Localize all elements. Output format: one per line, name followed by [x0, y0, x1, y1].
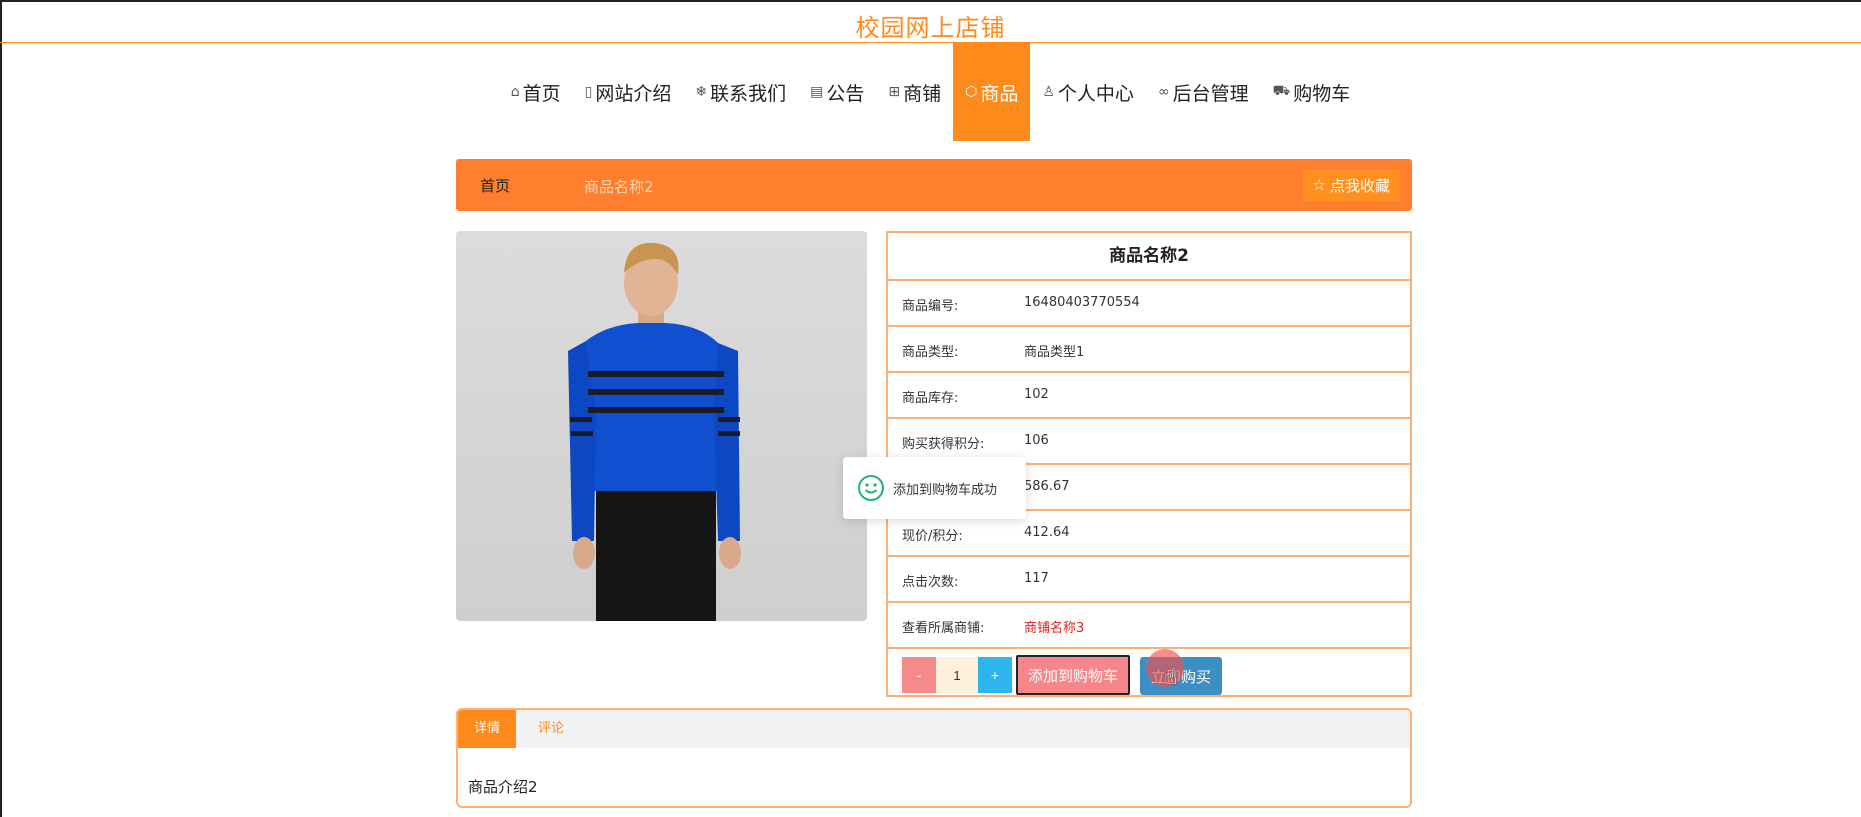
home-icon: ⌂: [510, 84, 520, 100]
link-icon: ∞: [1157, 84, 1170, 100]
buy-now-button[interactable]: 立即购买: [1140, 657, 1222, 695]
quantity-input[interactable]: [936, 657, 978, 693]
info-label: 购买获得积分:: [902, 437, 985, 452]
info-value: 商品类型1: [1024, 345, 1085, 360]
tab-comments[interactable]: 评论: [522, 710, 580, 748]
breadcrumb: 首页 商品名称2 ☆ 点我收藏: [456, 159, 1412, 211]
nav-label: 个人中心: [1057, 82, 1134, 105]
nav-label: 首页: [522, 82, 561, 105]
add-to-cart-button[interactable]: 添加到购物车: [1016, 655, 1130, 695]
nav-label: 后台管理: [1172, 82, 1249, 105]
info-value: 102: [1024, 387, 1049, 402]
info-row-id: 商品编号: 16480403770554: [888, 281, 1410, 327]
clipboard-icon: ▤: [810, 84, 824, 100]
info-value: 412.64: [1024, 525, 1070, 540]
doc-icon: ▯: [584, 84, 593, 100]
main-nav: ⌂ 首页 ▯ 网站介绍 ❄ 联系我们 ▤ 公告 ⊞ 商铺 ⬡ 商品 ♙ 个人中心 ∞ 后台管理 …: [0, 43, 1861, 141]
info-value: 16480403770554: [1024, 295, 1140, 310]
star-icon: ☆: [1312, 177, 1326, 194]
info-value: 586.67: [1024, 479, 1070, 494]
toast-message: 添加到购物车成功: [893, 482, 998, 498]
favorite-label: 点我收藏: [1329, 177, 1390, 195]
user-icon: ♙: [1042, 84, 1055, 100]
info-row-shop: 查看所属商铺: 商铺名称3: [888, 603, 1410, 649]
quantity-decrease-button[interactable]: -: [902, 657, 936, 693]
cart-icon: ⛟: [1272, 83, 1291, 99]
breadcrumb-current: 商品名称2: [584, 178, 654, 196]
breadcrumb-home[interactable]: 首页: [480, 175, 510, 196]
info-label: 商品库存:: [902, 391, 959, 406]
info-row-stock: 商品库存: 102: [888, 373, 1410, 419]
shop-link[interactable]: 商铺名称3: [1024, 617, 1084, 636]
nav-item-about[interactable]: ▯ 网站介绍: [573, 43, 684, 141]
site-header: 校园网上店铺: [0, 2, 1861, 43]
product-photo: [568, 242, 741, 621]
product-image: [456, 231, 867, 621]
info-row-type: 商品类型: 商品类型1: [888, 327, 1410, 373]
favorite-button[interactable]: ☆ 点我收藏: [1302, 169, 1400, 201]
nav-item-shops[interactable]: ⊞ 商铺: [876, 43, 953, 141]
info-value: 106: [1024, 433, 1049, 448]
info-label: 现价/积分:: [902, 529, 963, 544]
nav-label: 公告: [826, 82, 865, 105]
nav-item-admin[interactable]: ∞ 后台管理: [1146, 43, 1261, 141]
product-description: 商品介绍2: [468, 778, 538, 796]
tag-icon: ⬡: [965, 84, 978, 100]
nav-item-cart[interactable]: ⛟ 购物车: [1261, 43, 1363, 141]
info-label: 点击次数:: [902, 575, 959, 590]
smile-icon: [858, 475, 884, 501]
snowflake-icon: ❄: [695, 84, 708, 100]
nav-item-contact[interactable]: ❄ 联系我们: [683, 43, 798, 141]
tab-details[interactable]: 详情: [458, 710, 517, 748]
nav-item-notice[interactable]: ▤ 公告: [798, 43, 876, 141]
nav-item-products[interactable]: ⬡ 商品: [953, 43, 1031, 141]
product-tabs: 详情 评论 商品介绍2: [456, 708, 1412, 808]
info-row-clicks: 点击次数: 117: [888, 557, 1410, 603]
nav-label: 商铺: [903, 82, 942, 105]
info-label: 商品类型:: [902, 345, 959, 360]
tab-header: 详情 评论: [458, 710, 1410, 748]
nav-item-personal[interactable]: ♙ 个人中心: [1030, 43, 1146, 141]
nav-label: 联系我们: [710, 82, 787, 105]
grid-icon: ⊞: [888, 84, 901, 100]
success-toast: 添加到购物车成功: [843, 457, 1026, 519]
nav-item-home[interactable]: ⌂ 首页: [499, 43, 573, 141]
purchase-actions: - + 添加到购物车 立即购买 ☝: [888, 649, 1410, 699]
quantity-increase-button[interactable]: +: [978, 657, 1012, 693]
nav-label: 购物车: [1293, 82, 1351, 105]
product-title: 商品名称2: [888, 233, 1410, 281]
info-value: 117: [1024, 571, 1049, 586]
info-label: 商品编号:: [902, 299, 959, 314]
site-title: 校园网上店铺: [855, 14, 1006, 42]
info-label: 查看所属商铺:: [902, 621, 985, 636]
nav-label: 网站介绍: [595, 82, 672, 105]
nav-label: 商品: [980, 82, 1019, 105]
